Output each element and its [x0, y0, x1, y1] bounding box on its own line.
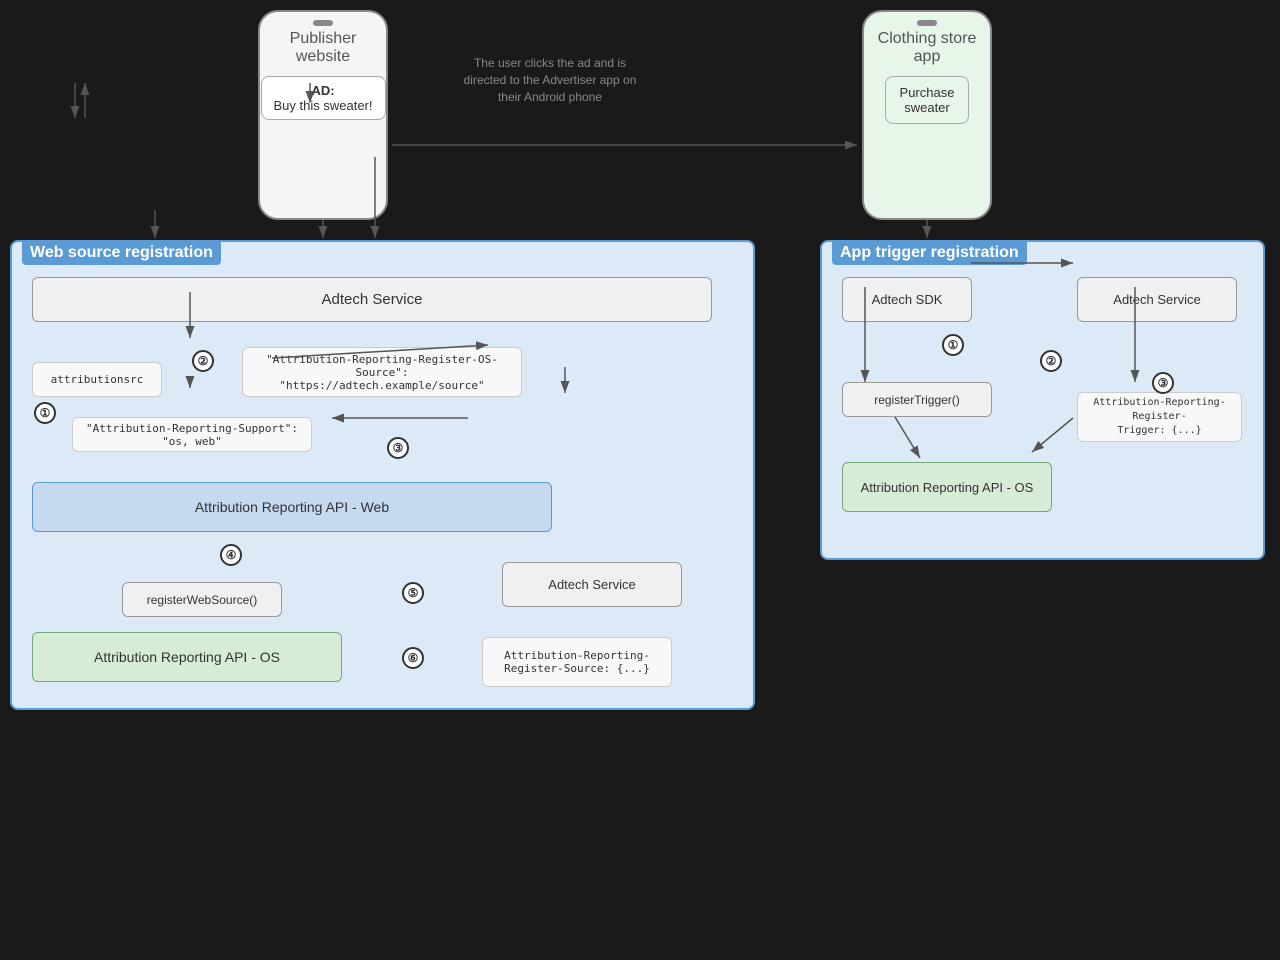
- user-description: The user clicks the ad and is directed t…: [450, 55, 650, 105]
- web-section-title: Web source registration: [22, 241, 221, 265]
- web-adtech-service-bottom: Adtech Service: [502, 562, 682, 607]
- web-api-os-box: Attribution Reporting API - OS: [32, 632, 342, 682]
- clothing-store-phone: Clothing store app Purchase sweater: [862, 10, 992, 220]
- app-section-title: App trigger registration: [832, 241, 1027, 265]
- app-adtech-service-box: Adtech Service: [1077, 277, 1237, 322]
- app-step-3: ③: [1152, 372, 1174, 394]
- register-trigger-box: registerTrigger(): [842, 382, 992, 417]
- register-web-source-box: registerWebSource(): [122, 582, 282, 617]
- clothing-phone-title: Clothing store app: [868, 30, 987, 66]
- web-step-3: ③: [387, 437, 409, 459]
- adtech-sdk-box: Adtech SDK: [842, 277, 972, 322]
- web-step-2: ②: [192, 350, 214, 372]
- support-response-box: "Attribution-Reporting-Support": "os, we…: [72, 417, 312, 452]
- publisher-phone-title: Publisher website: [280, 30, 367, 66]
- publisher-phone: Publisher website AD: Buy this sweater!: [258, 10, 388, 220]
- register-source-box: Attribution-Reporting- Register-Source: …: [482, 637, 672, 687]
- purchase-sweater-content: Purchase sweater: [885, 76, 970, 124]
- web-step-6: ⑥: [402, 647, 424, 669]
- web-step-5: ⑤: [402, 582, 424, 604]
- attributionsrc-box: attributionsrc: [32, 362, 162, 397]
- phone-notch-2: [917, 20, 937, 26]
- os-source-header-box: "Attribution-Reporting-Register-OS-Sourc…: [242, 347, 522, 397]
- app-step-2: ②: [1040, 350, 1062, 372]
- trigger-header-box: Attribution-Reporting-Register- Trigger:…: [1077, 392, 1242, 442]
- web-adtech-service-top: Adtech Service: [32, 277, 712, 322]
- diagram-area: Publisher website AD: Buy this sweater! …: [0, 0, 1280, 960]
- api-web-box: Attribution Reporting API - Web: [32, 482, 552, 532]
- web-step-4: ④: [220, 544, 242, 566]
- web-section-box: Web source registration Adtech Service a…: [10, 240, 755, 710]
- ad-label: AD:: [311, 83, 334, 98]
- ad-text: Buy this sweater!: [274, 98, 373, 113]
- app-section-box: App trigger registration Adtech SDK Adte…: [820, 240, 1265, 560]
- web-step-1: ①: [34, 402, 56, 424]
- publisher-ad-content: AD: Buy this sweater!: [261, 76, 386, 120]
- app-api-os-box: Attribution Reporting API - OS: [842, 462, 1052, 512]
- app-step-1: ①: [942, 334, 964, 356]
- phone-notch: [313, 20, 333, 26]
